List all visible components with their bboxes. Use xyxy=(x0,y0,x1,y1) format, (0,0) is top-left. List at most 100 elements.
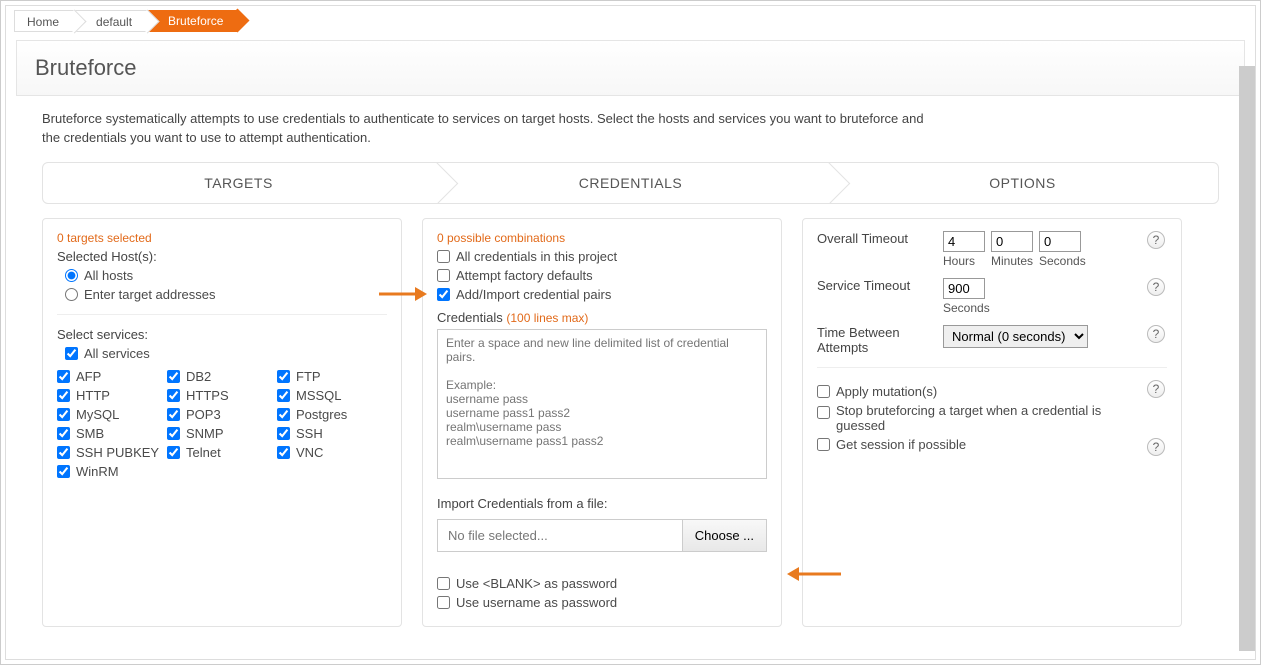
cb-service-postgres-input[interactable] xyxy=(277,408,290,421)
cb-stop-on-guess-input[interactable] xyxy=(817,406,830,419)
svc-label: SSH PUBKEY xyxy=(76,445,159,460)
cb-username-as-password-input[interactable] xyxy=(437,596,450,609)
cb-service-postgres[interactable]: Postgres xyxy=(277,407,387,422)
cb-all-services-label: All services xyxy=(84,346,150,361)
cb-blank-password[interactable]: Use <BLANK> as password xyxy=(437,576,767,591)
overall-minutes-input[interactable] xyxy=(991,231,1033,252)
radio-enter-addresses-label: Enter target addresses xyxy=(84,287,216,302)
cb-service-http-input[interactable] xyxy=(57,389,70,402)
tab-options[interactable]: OPTIONS xyxy=(826,163,1218,203)
credentials-textarea[interactable] xyxy=(437,329,767,479)
cb-service-sshpubkey-input[interactable] xyxy=(57,446,70,459)
cb-service-telnet-input[interactable] xyxy=(167,446,180,459)
overall-hours-input[interactable] xyxy=(943,231,985,252)
svc-label: SSH xyxy=(296,426,323,441)
svc-label: DB2 xyxy=(186,369,211,384)
svc-label: MySQL xyxy=(76,407,119,422)
svc-label: VNC xyxy=(296,445,323,460)
cb-service-afp-input[interactable] xyxy=(57,370,70,383)
seconds-sublabel: Seconds xyxy=(1039,254,1089,268)
radio-all-hosts-input[interactable] xyxy=(65,269,78,282)
cb-service-mssql-input[interactable] xyxy=(277,389,290,402)
cb-service-ssh[interactable]: SSH xyxy=(277,426,387,441)
breadcrumb-home[interactable]: Home xyxy=(14,10,75,32)
cb-service-ssh-input[interactable] xyxy=(277,427,290,440)
cb-service-db2[interactable]: DB2 xyxy=(167,369,277,384)
overall-seconds-input[interactable] xyxy=(1039,231,1081,252)
cb-service-http[interactable]: HTTP xyxy=(57,388,167,403)
radio-enter-addresses-input[interactable] xyxy=(65,288,78,301)
cb-service-pop3[interactable]: POP3 xyxy=(167,407,277,422)
svc-label: AFP xyxy=(76,369,101,384)
cb-service-winrm[interactable]: WinRM xyxy=(57,464,167,479)
cb-add-import-pairs-label: Add/Import credential pairs xyxy=(456,287,611,302)
cb-all-credentials-label: All credentials in this project xyxy=(456,249,617,264)
minutes-sublabel: Minutes xyxy=(991,254,1033,268)
help-icon[interactable]: ? xyxy=(1147,380,1165,398)
help-icon[interactable]: ? xyxy=(1147,438,1165,456)
cb-all-credentials[interactable]: All credentials in this project xyxy=(437,249,767,264)
cb-service-sshpubkey[interactable]: SSH PUBKEY xyxy=(57,445,167,460)
choose-file-button[interactable]: Choose ... xyxy=(682,519,767,552)
cb-service-https[interactable]: HTTPS xyxy=(167,388,277,403)
cb-service-vnc[interactable]: VNC xyxy=(277,445,387,460)
radio-enter-addresses[interactable]: Enter target addresses xyxy=(65,287,387,302)
cb-factory-defaults-input[interactable] xyxy=(437,269,450,282)
cb-service-mssql[interactable]: MSSQL xyxy=(277,388,387,403)
service-timeout-input[interactable] xyxy=(943,278,985,299)
cb-service-mysql[interactable]: MySQL xyxy=(57,407,167,422)
credentials-label-text: Credentials xyxy=(437,310,503,325)
divider xyxy=(57,314,387,315)
cb-service-snmp-input[interactable] xyxy=(167,427,180,440)
cb-get-session[interactable]: Get session if possible xyxy=(817,437,1141,452)
cb-service-smb[interactable]: SMB xyxy=(57,426,167,441)
breadcrumb-current: Bruteforce xyxy=(148,10,237,32)
cb-all-services[interactable]: All services xyxy=(65,346,387,361)
targets-selected-summary: 0 targets selected xyxy=(57,231,387,245)
cb-add-import-pairs[interactable]: Add/Import credential pairs xyxy=(437,287,767,302)
cb-blank-password-input[interactable] xyxy=(437,577,450,590)
cb-service-mysql-input[interactable] xyxy=(57,408,70,421)
help-icon[interactable]: ? xyxy=(1147,325,1165,343)
cb-service-ftp-input[interactable] xyxy=(277,370,290,383)
cb-service-db2-input[interactable] xyxy=(167,370,180,383)
help-icon[interactable]: ? xyxy=(1147,231,1165,249)
cb-service-pop3-input[interactable] xyxy=(167,408,180,421)
time-between-attempts-select[interactable]: Normal (0 seconds) xyxy=(943,325,1088,348)
cb-factory-defaults-label: Attempt factory defaults xyxy=(456,268,593,283)
cb-all-services-input[interactable] xyxy=(65,347,78,360)
cb-service-afp[interactable]: AFP xyxy=(57,369,167,384)
tab-targets[interactable]: TARGETS xyxy=(43,163,434,203)
cb-all-credentials-input[interactable] xyxy=(437,250,450,263)
cb-apply-mutations-label: Apply mutation(s) xyxy=(836,384,937,399)
svc-label: WinRM xyxy=(76,464,119,479)
window-scrollbar[interactable] xyxy=(1239,66,1255,651)
cb-factory-defaults[interactable]: Attempt factory defaults xyxy=(437,268,767,283)
cb-service-winrm-input[interactable] xyxy=(57,465,70,478)
cb-username-as-password[interactable]: Use username as password xyxy=(437,595,767,610)
cb-service-snmp[interactable]: SNMP xyxy=(167,426,277,441)
cb-service-ftp[interactable]: FTP xyxy=(277,369,387,384)
cb-service-https-input[interactable] xyxy=(167,389,180,402)
intro-text: Bruteforce systematically attempts to us… xyxy=(42,110,942,148)
radio-all-hosts-label: All hosts xyxy=(84,268,133,283)
cb-service-vnc-input[interactable] xyxy=(277,446,290,459)
service-timeout-unit: Seconds xyxy=(943,301,1141,315)
service-timeout-label: Service Timeout xyxy=(817,278,937,293)
cb-service-smb-input[interactable] xyxy=(57,427,70,440)
cb-apply-mutations[interactable]: Apply mutation(s) xyxy=(817,384,1141,399)
cb-stop-on-guess[interactable]: Stop bruteforcing a target when a creden… xyxy=(817,403,1141,433)
overall-timeout-label: Overall Timeout xyxy=(817,231,937,246)
divider xyxy=(817,367,1167,368)
cb-apply-mutations-input[interactable] xyxy=(817,385,830,398)
svc-label: POP3 xyxy=(186,407,221,422)
cb-service-telnet[interactable]: Telnet xyxy=(167,445,277,460)
tab-credentials[interactable]: CREDENTIALS xyxy=(434,163,826,203)
import-file-field: No file selected... xyxy=(437,519,682,552)
svc-label: SNMP xyxy=(186,426,224,441)
help-icon[interactable]: ? xyxy=(1147,278,1165,296)
radio-all-hosts[interactable]: All hosts xyxy=(65,268,387,283)
svc-label: Telnet xyxy=(186,445,221,460)
cb-get-session-input[interactable] xyxy=(817,438,830,451)
cb-add-import-pairs-input[interactable] xyxy=(437,288,450,301)
